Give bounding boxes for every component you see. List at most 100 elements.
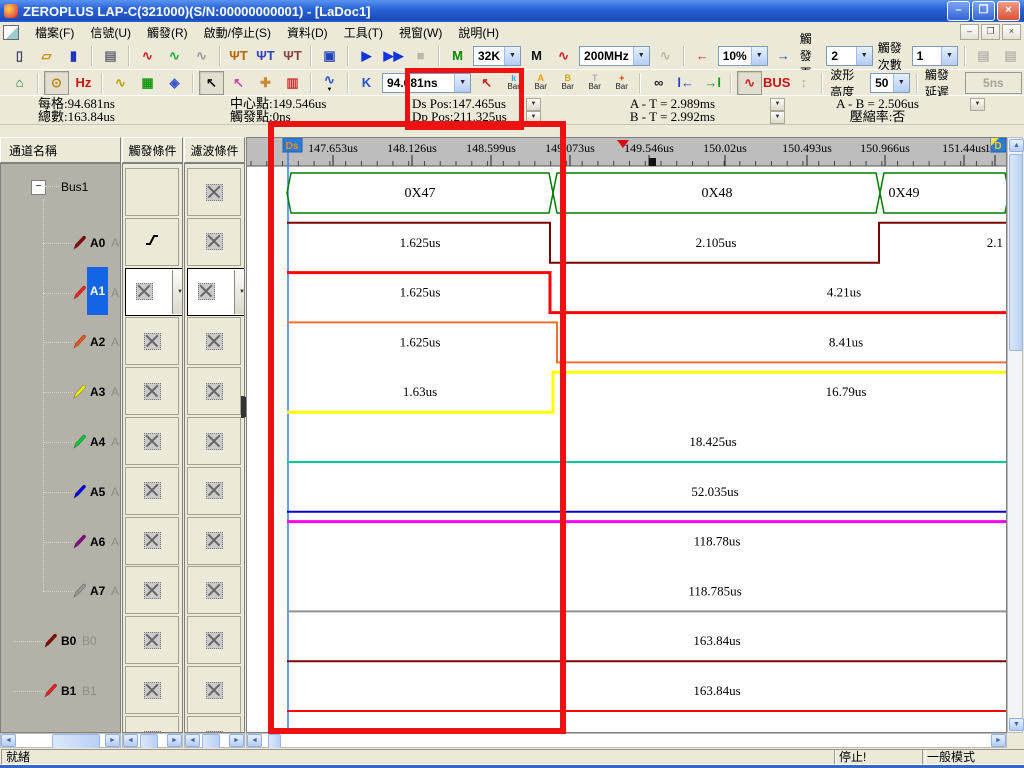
dropdown-arrow-icon[interactable]: ▼ — [327, 87, 333, 93]
waveform-trace-A3[interactable] — [287, 372, 1006, 412]
menu-item-1[interactable]: 檔案(F) — [27, 24, 82, 42]
filter-cell-B0[interactable] — [187, 616, 241, 664]
fit-window-button[interactable]: M — [524, 44, 549, 68]
pulse-disabled-button[interactable]: ∿ — [653, 44, 678, 68]
trigger-cell-extra[interactable] — [125, 716, 179, 733]
b-t-dropdown[interactable]: ▼ — [770, 111, 785, 124]
scroll-thumb[interactable] — [268, 734, 281, 749]
channel-label-B0[interactable]: B0 — [61, 634, 76, 648]
pulse-view-button[interactable]: ∿ — [551, 44, 576, 68]
filter-cell-extra[interactable] — [187, 716, 241, 733]
bar-t-button[interactable]: TBar — [582, 71, 607, 95]
bus-mode-button[interactable]: BUS — [764, 71, 789, 95]
bar-add-button[interactable]: +Bar — [609, 71, 634, 95]
zoom-tool-button[interactable]: K — [354, 71, 379, 95]
dropdown-arrow-icon[interactable]: ▼ — [941, 47, 957, 65]
restore-button[interactable]: ❐ — [972, 1, 995, 21]
bar-normal-button[interactable]: kBar — [501, 71, 526, 95]
trigger-page-select[interactable]: 2▼ — [826, 46, 872, 66]
selected-channel-highlight[interactable]: A1 — [87, 267, 108, 315]
stack-logic-button[interactable]: ▤ — [971, 44, 996, 68]
dropdown-arrow-icon[interactable]: ▼ — [234, 270, 245, 314]
channel-label-A4[interactable]: A4 — [90, 435, 105, 449]
trigger-count-select[interactable]: 1▼ — [912, 46, 958, 66]
bus-expand-toggle[interactable]: − — [31, 180, 46, 195]
run-button[interactable]: ▶ — [354, 44, 379, 68]
search-button[interactable]: ∞ — [646, 71, 671, 95]
channel-setup-button[interactable]: ∿ — [189, 44, 214, 68]
wave-style-button[interactable]: ∿▼ — [317, 71, 342, 95]
shift-trigger-left-button[interactable]: ← — [690, 44, 715, 68]
frequency-button[interactable]: Hz — [71, 71, 96, 95]
select-cursor-button[interactable]: ↖ — [199, 71, 224, 95]
new-file-button[interactable]: ▯ — [7, 44, 32, 68]
channel-label-A0[interactable]: A0 — [90, 236, 105, 250]
scroll-right-icon[interactable]: ► — [105, 734, 120, 747]
trigger-column-scrollbar[interactable]: ◄ ► — [122, 733, 183, 748]
scroll-down-icon[interactable]: ▼ — [1009, 718, 1024, 731]
scroll-left-icon[interactable]: ◄ — [247, 734, 262, 747]
menu-item-7[interactable]: 視窗(W) — [391, 24, 450, 42]
trigger-cell-B1[interactable] — [125, 666, 179, 714]
bar-a-button[interactable]: ABar — [528, 71, 553, 95]
scroll-left-icon[interactable]: ◄ — [123, 734, 138, 747]
channel-scrollbar[interactable]: ◄ ► — [0, 733, 121, 748]
trigger-cell-A5[interactable] — [125, 467, 179, 515]
waveform-vertical-scrollbar[interactable]: ▲ ▼ — [1007, 137, 1023, 733]
filter-cell-A1[interactable]: ▼ — [187, 268, 245, 316]
memory-depth-select[interactable]: 32K▼ — [473, 46, 521, 66]
waveform-scrollbar[interactable]: ◄ ► — [246, 733, 1007, 748]
trigger-property-3-button[interactable]: ΨT — [280, 44, 305, 68]
waveform-trace-A0[interactable] — [287, 223, 1006, 263]
minimize-button[interactable]: – — [947, 1, 970, 21]
ds-pos-dropdown[interactable]: ▼ — [526, 98, 541, 111]
scroll-up-icon[interactable]: ▲ — [1009, 139, 1024, 152]
sample-rate-select[interactable]: 200MHz▼ — [579, 46, 650, 66]
dp-pos-dropdown[interactable]: ▼ — [526, 111, 541, 124]
measurement-button[interactable]: ▥ — [280, 71, 305, 95]
filter-column-scrollbar[interactable]: ◄ ► — [184, 733, 245, 748]
dp-tag[interactable]: D — [994, 141, 1001, 152]
sampling-setup-button[interactable]: ∿ — [135, 44, 160, 68]
trigger-property-2-button[interactable]: ΨT — [253, 44, 278, 68]
filter-cell-A0[interactable] — [187, 218, 241, 266]
waveform-window-button[interactable]: ∿ — [108, 71, 133, 95]
filter-cell-A2[interactable] — [187, 317, 241, 365]
trigger-cell-A4[interactable] — [125, 417, 179, 465]
trigger-cell-A7[interactable] — [125, 566, 179, 614]
a-b-dropdown[interactable]: ▼ — [970, 98, 985, 111]
stack-analyzer-button[interactable]: ▤ — [998, 44, 1023, 68]
a-t-dropdown[interactable]: ▼ — [770, 98, 785, 111]
trigger-property-1-button[interactable]: ΨT — [226, 44, 251, 68]
dropdown-arrow-icon[interactable]: ▼ — [633, 47, 649, 65]
vertical-scroll-thumb[interactable] — [1009, 154, 1023, 351]
mdi-minimize-button[interactable]: – — [960, 24, 979, 40]
scroll-thumb[interactable] — [140, 734, 158, 749]
dropdown-arrow-icon[interactable]: ▼ — [504, 47, 520, 65]
dropdown-arrow-icon[interactable]: ▼ — [454, 74, 470, 92]
filter-cell-B1[interactable] — [187, 666, 241, 714]
multi-select-button[interactable]: ↖ — [226, 71, 251, 95]
home-button[interactable]: ⌂ — [7, 71, 32, 95]
waveform-mode-button[interactable]: ∿ — [737, 71, 762, 95]
prev-transition-button[interactable]: l← — [673, 71, 698, 95]
waveform-canvas[interactable]: 147.653us148.126us148.599us149.073us149.… — [247, 138, 1006, 732]
navigator-button[interactable]: ◈ — [162, 71, 187, 95]
goto-trigger-button[interactable]: M — [445, 44, 470, 68]
menu-item-8[interactable]: 說明(H) — [450, 24, 507, 42]
trigger-cell-A0[interactable] — [125, 218, 179, 266]
scroll-thumb[interactable] — [202, 734, 220, 749]
menu-item-6[interactable]: 工具(T) — [336, 24, 391, 42]
scroll-left-icon[interactable]: ◄ — [185, 734, 200, 747]
mdi-restore-button[interactable]: ❐ — [981, 24, 1000, 40]
channel-label-A5[interactable]: A5 — [90, 485, 105, 499]
bus-label[interactable]: Bus1 — [61, 180, 88, 194]
dropdown-arrow-icon[interactable]: ▼ — [172, 270, 183, 314]
channel-label-A7[interactable]: A7 — [90, 584, 105, 598]
waveform-trace-A2[interactable] — [287, 322, 1006, 362]
print-button[interactable]: ▤ — [98, 44, 123, 68]
filter-cell-A3[interactable] — [187, 367, 241, 415]
hand-pan-button[interactable]: ✚ — [253, 71, 278, 95]
filter-cell-A4[interactable] — [187, 417, 241, 465]
filter-cell-A5[interactable] — [187, 467, 241, 515]
